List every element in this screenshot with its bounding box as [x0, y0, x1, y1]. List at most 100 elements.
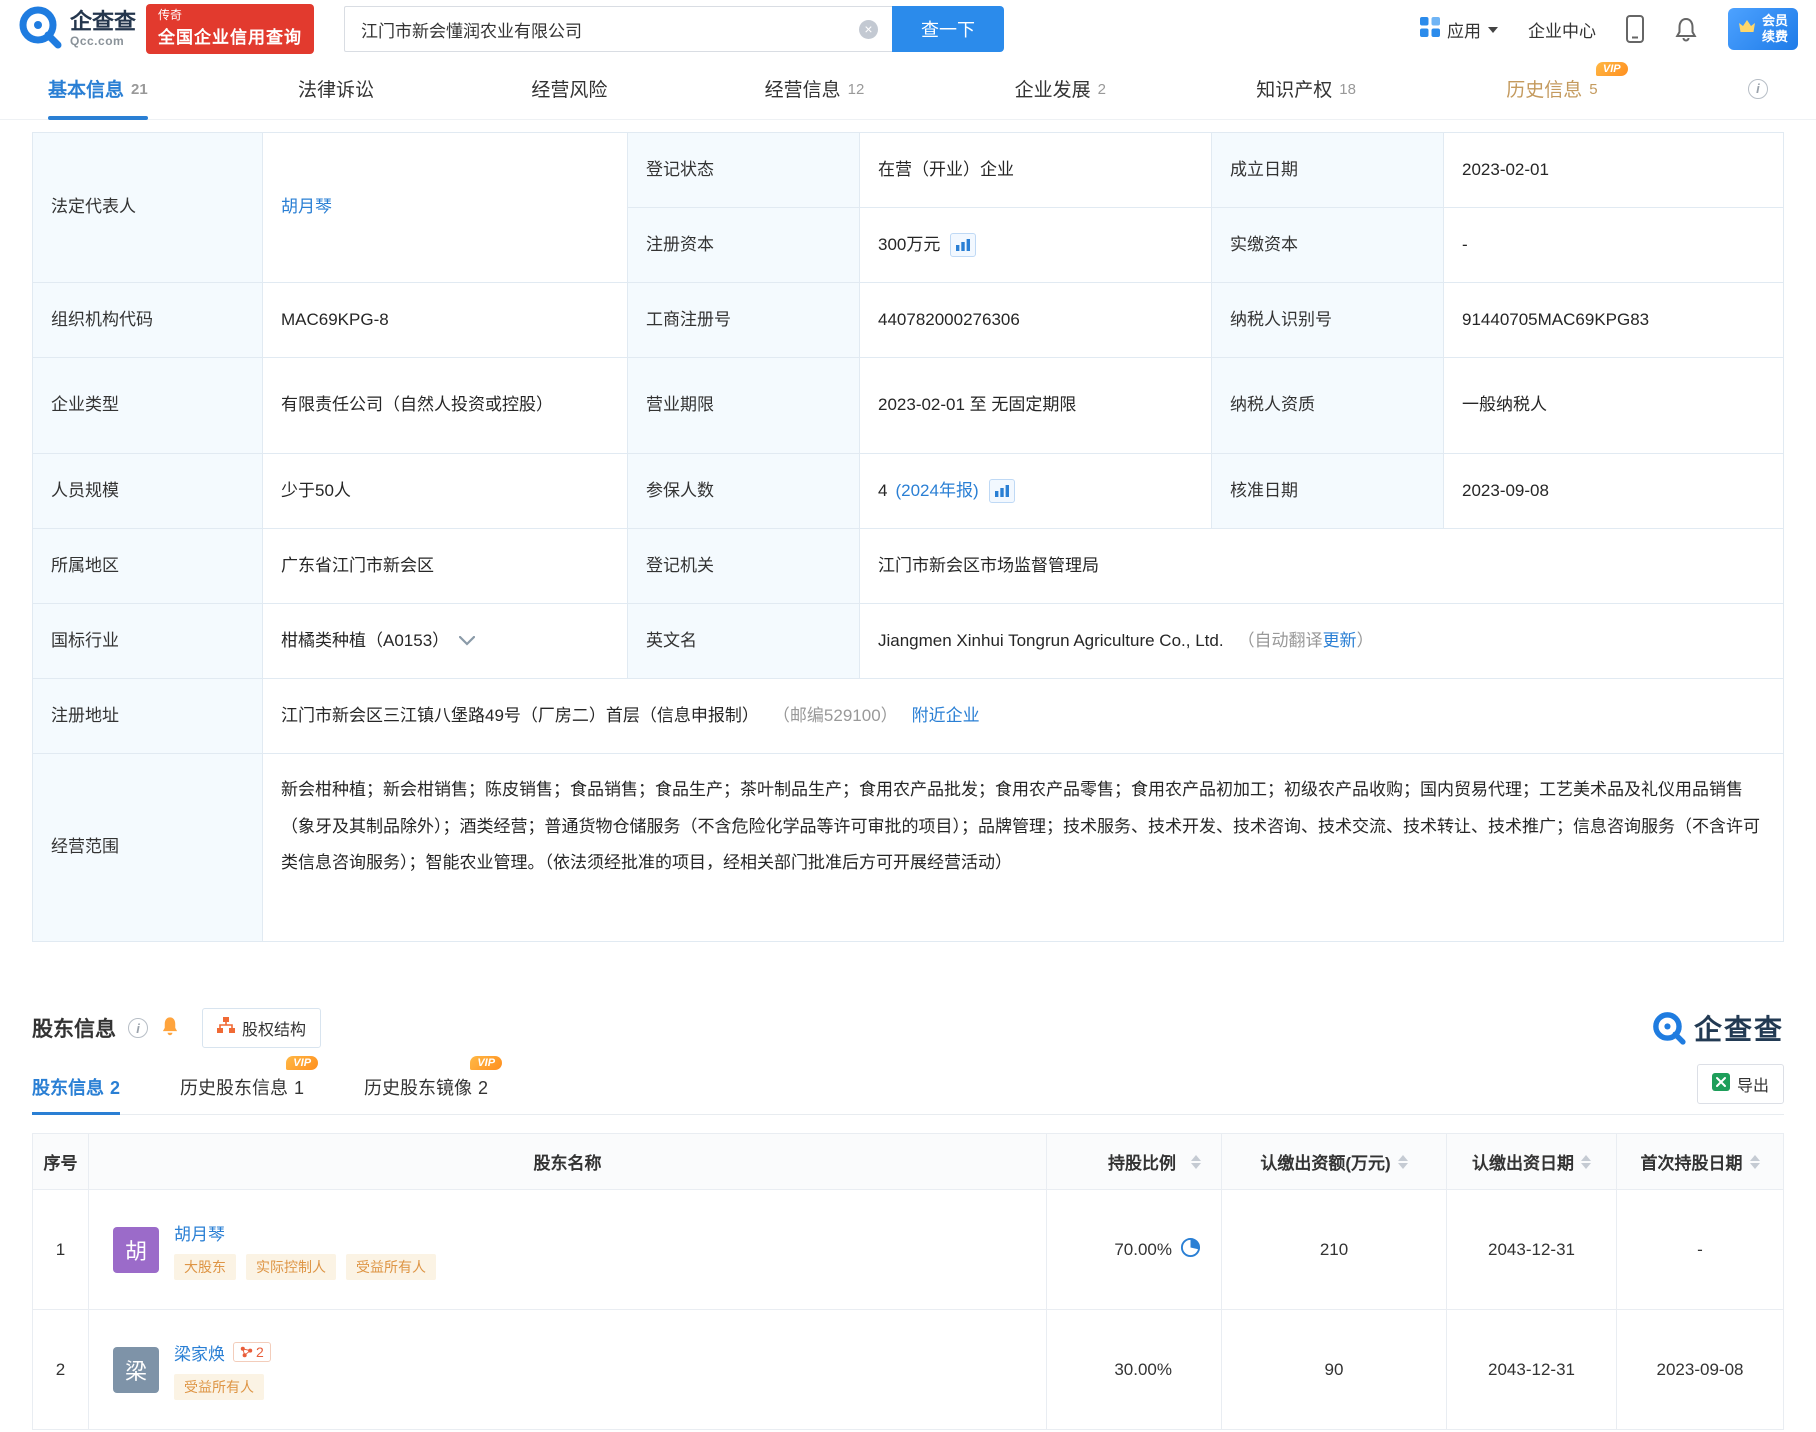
address-value: 江门市新会区三江镇八堡路49号（厂房二）首层（信息申报制） （邮编529100）…	[263, 679, 1784, 754]
equity-structure-button[interactable]: 股权结构	[202, 1008, 322, 1048]
chevron-down-icon	[1487, 27, 1498, 33]
tag-beneficial-owner: 受益所有人	[346, 1253, 436, 1280]
relation-graph-link[interactable]: 2	[233, 1342, 271, 1362]
vip-badge: VIP	[1595, 61, 1628, 76]
slogan-small: 传奇	[158, 8, 183, 23]
field-label: 人员规模	[33, 454, 263, 529]
export-button[interactable]: 导出	[1696, 1064, 1784, 1104]
shareholder-row: 胡 胡月琴 大股东 实际控制人 受益所有人	[89, 1190, 1047, 1310]
pie-chart-icon[interactable]	[1180, 1237, 1201, 1263]
insured-value: 4 (2024年报)	[860, 454, 1212, 529]
search-button[interactable]: 查一下	[892, 6, 1005, 52]
industry-expand-icon[interactable]	[459, 636, 476, 646]
header-right-nav: 应用 企业中心 会员 续费	[1419, 7, 1798, 51]
apps-grid-icon	[1419, 16, 1440, 42]
tab-operation-risk[interactable]: 经营风险	[531, 58, 614, 120]
nearby-companies-link[interactable]: 附近企业	[912, 703, 980, 729]
field-label: 法定代表人	[33, 133, 263, 283]
shareholders-section: 股东信息 i 股权结构 企查查 股东信息 2 VIP 历史股东信息 1 VIP …	[32, 1006, 1784, 1430]
field-label: 英文名	[628, 604, 860, 679]
field-label: 登记机关	[628, 529, 860, 604]
field-label: 登记状态	[628, 133, 860, 208]
annual-report-link[interactable]: (2024年报)	[895, 478, 978, 504]
section-title: 股东信息	[32, 1018, 116, 1041]
crown-icon	[1738, 19, 1756, 39]
establish-date-value: 2023-02-01	[1444, 133, 1784, 208]
col-header-subscribe-date[interactable]: 认缴出资日期	[1447, 1134, 1617, 1190]
first-date-cell: 2023-09-08	[1617, 1310, 1784, 1430]
tab-intellectual-property[interactable]: 知识产权 18	[1256, 58, 1356, 120]
taxpayer-quality-value: 一般纳税人	[1444, 358, 1784, 454]
shareholder-name-link[interactable]: 胡月琴	[174, 1220, 225, 1245]
row-no: 1	[33, 1190, 89, 1310]
notification-bell-icon[interactable]	[1674, 16, 1698, 42]
shareholders-info-icon[interactable]: i	[128, 1018, 148, 1038]
tab-legal-litigation[interactable]: 法律诉讼	[298, 58, 381, 120]
col-header-ratio[interactable]: 持股比例	[1047, 1134, 1222, 1190]
field-label: 参保人数	[628, 454, 860, 529]
shareholders-header: 股东信息 i 股权结构 企查查	[32, 1006, 1784, 1050]
first-date-cell: -	[1617, 1190, 1784, 1310]
tab-shareholders-current[interactable]: 股东信息 2	[32, 1074, 121, 1115]
col-header-first-date[interactable]: 首次持股日期	[1617, 1134, 1784, 1190]
sort-control	[1191, 1154, 1201, 1169]
tab-history-info[interactable]: VIP 历史信息 5	[1506, 58, 1628, 120]
slogan-badge: 传奇 全国企业信用查询	[146, 4, 315, 54]
tab-shareholders-mirror[interactable]: VIP 历史股东镜像 2	[364, 1056, 503, 1100]
qcc-logo[interactable]: 企查查 Qcc.com	[18, 5, 136, 54]
qcc-watermark-logo: 企查查	[1652, 1008, 1784, 1048]
qcc-logo-icon	[18, 5, 62, 54]
field-label: 实缴资本	[1212, 208, 1444, 283]
search-bar: × 查一下	[344, 6, 1005, 52]
field-label: 成立日期	[1212, 133, 1444, 208]
monitor-bell-icon[interactable]	[160, 1015, 180, 1041]
tabs-info-icon[interactable]: i	[1747, 78, 1768, 99]
legal-rep-link[interactable]: 胡月琴	[281, 194, 332, 220]
staff-size-value: 少于50人	[263, 454, 628, 529]
postal-code: （邮编529100）	[772, 705, 898, 725]
search-input[interactable]	[344, 6, 893, 52]
field-label: 国标行业	[33, 604, 263, 679]
tab-basic-info[interactable]: 基本信息 21	[48, 58, 148, 120]
tab-shareholders-history[interactable]: VIP 历史股东信息 1	[180, 1056, 319, 1100]
enterprise-center-link[interactable]: 企业中心	[1528, 17, 1596, 42]
apps-label: 应用	[1446, 21, 1481, 41]
shareholder-name-link[interactable]: 梁家焕	[174, 1340, 225, 1365]
field-label: 核准日期	[1212, 454, 1444, 529]
industry-value: 柑橘类种植（A0153）	[263, 604, 628, 679]
vip-badge: VIP	[470, 1056, 503, 1070]
tab-business-info[interactable]: 经营信息 12	[765, 58, 865, 120]
mobile-app-icon[interactable]	[1625, 15, 1644, 43]
translate-update-link[interactable]: 更新	[1323, 631, 1357, 650]
capital-chart-icon[interactable]	[950, 233, 977, 257]
equity-structure-icon	[217, 1017, 235, 1039]
insured-chart-icon[interactable]	[988, 479, 1015, 503]
org-code-value: MAC69KPG-8	[263, 283, 628, 358]
subscribe-date-cell: 2043-12-31	[1447, 1310, 1617, 1430]
field-label: 纳税人识别号	[1212, 283, 1444, 358]
vip-renew-button[interactable]: 会员 续费	[1727, 7, 1798, 51]
tab-company-development[interactable]: 企业发展 2	[1015, 58, 1106, 120]
row-no: 2	[33, 1310, 89, 1430]
amount-cell: 210	[1222, 1190, 1447, 1310]
reg-capital-value: 300万元	[860, 208, 1212, 283]
top-header: 企查查 Qcc.com 传奇 全国企业信用查询 × 查一下 应用 企业中心	[0, 0, 1816, 58]
clear-search-icon[interactable]: ×	[859, 19, 879, 39]
brand-name: 企查查	[70, 9, 137, 35]
shareholders-table: 序号 股东名称 持股比例 认缴出资额(万元) 认缴出资日期 首次持股日期 1 胡…	[32, 1133, 1784, 1430]
company-tabs: 基本信息 21 法律诉讼 经营风险 经营信息 12 企业发展 2 知识产权 18 VIP…	[0, 58, 1816, 120]
english-name-value: Jiangmen Xinhui Tongrun Agriculture Co.,…	[860, 604, 1784, 679]
field-label: 企业类型	[33, 358, 263, 454]
sort-control	[1749, 1154, 1760, 1169]
biz-reg-no-value: 440782000276306	[860, 283, 1212, 358]
legal-rep-value: 胡月琴	[263, 133, 628, 283]
col-header-amount[interactable]: 认缴出资额(万元)	[1222, 1134, 1447, 1190]
brand-domain: Qcc.com	[70, 33, 125, 48]
shareholder-row: 梁 梁家焕 2 受益所有人	[89, 1310, 1047, 1430]
field-label: 营业期限	[628, 358, 860, 454]
vip-line1: 会员	[1761, 12, 1788, 28]
ratio-cell: 30.00%	[1047, 1310, 1222, 1430]
vip-line2: 续费	[1761, 29, 1788, 44]
tag-beneficial-owner: 受益所有人	[174, 1373, 264, 1400]
apps-menu[interactable]: 应用	[1419, 16, 1498, 42]
